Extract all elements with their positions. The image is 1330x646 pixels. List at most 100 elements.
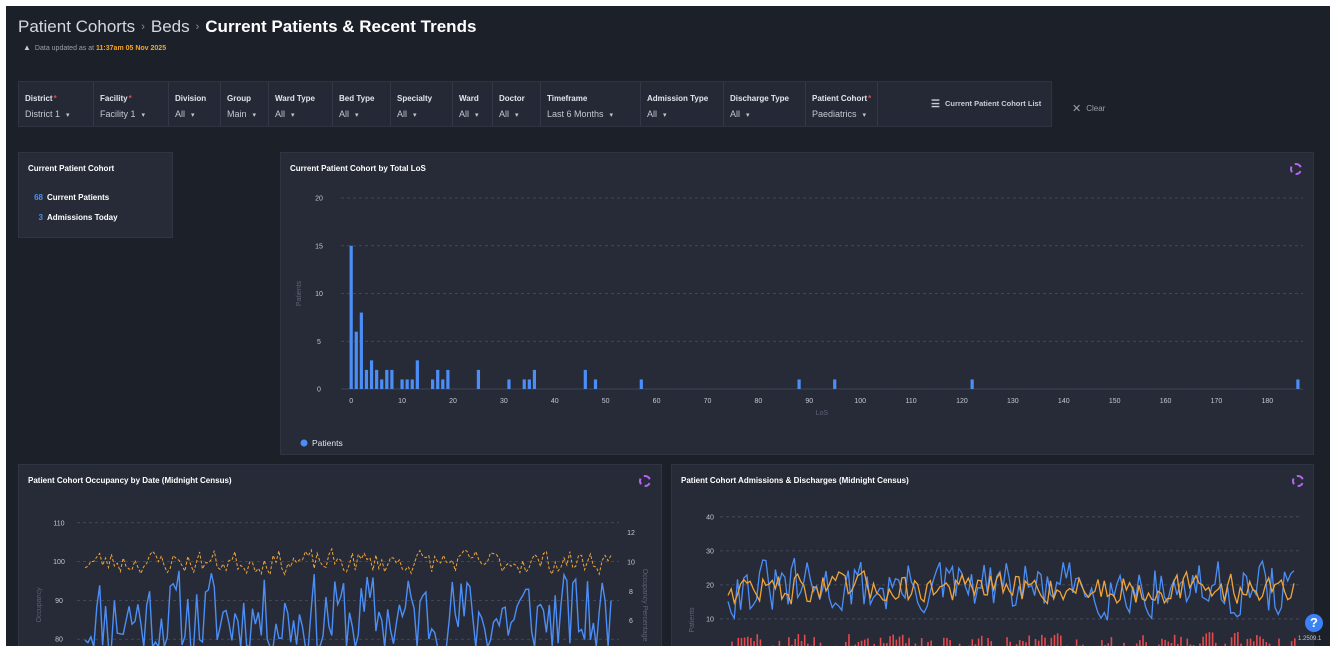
los-bar[interactable] (400, 379, 404, 389)
los-bar[interactable] (405, 379, 409, 389)
discharge-bar[interactable] (987, 637, 989, 646)
discharge-bar[interactable] (1237, 632, 1239, 646)
discharge-bar[interactable] (1202, 636, 1204, 646)
discharge-bar[interactable] (1161, 638, 1163, 646)
los-bar[interactable] (364, 369, 369, 389)
los-bar[interactable] (583, 369, 587, 389)
discharge-bar[interactable] (860, 640, 863, 646)
los-bar[interactable] (797, 379, 801, 389)
discharge-bar[interactable] (946, 637, 948, 646)
discharge-bar[interactable] (990, 641, 993, 646)
los-bar[interactable] (354, 331, 358, 389)
filter-specialty-value[interactable]: All ▾ (397, 109, 417, 119)
discharge-bar[interactable] (863, 639, 866, 646)
discharge-bar[interactable] (889, 636, 891, 646)
los-bar[interactable] (1296, 379, 1300, 389)
discharge-bar[interactable] (788, 637, 790, 646)
los-bar[interactable] (380, 379, 384, 389)
discharge-bar[interactable] (1186, 638, 1189, 646)
filter-ward[interactable]: Ward All ▾ (453, 82, 493, 126)
los-bar[interactable] (522, 379, 526, 389)
los-bar[interactable] (359, 312, 363, 389)
occupancy-series-0[interactable] (84, 570, 612, 646)
discharge-bar[interactable] (1044, 637, 1046, 646)
discharge-bar[interactable] (844, 641, 847, 646)
filter-ward-type-value[interactable]: All ▾ (275, 109, 295, 119)
discharge-bar[interactable] (898, 636, 901, 646)
discharge-bar[interactable] (920, 638, 923, 646)
discharge-bar[interactable] (977, 638, 980, 646)
discharge-bar[interactable] (731, 641, 733, 646)
los-bar[interactable] (507, 379, 511, 389)
discharge-bar[interactable] (797, 634, 800, 646)
filter-district[interactable]: District* District 1 ▾ (19, 82, 94, 126)
filter-facility-value[interactable]: Facility 1 ▾ (100, 109, 145, 119)
discharge-bar[interactable] (1208, 632, 1211, 646)
los-bar[interactable] (390, 369, 394, 389)
filter-division-value[interactable]: All ▾ (175, 109, 195, 119)
discharge-bar[interactable] (980, 635, 983, 646)
discharge-bar[interactable] (1173, 634, 1176, 646)
discharge-bar[interactable] (927, 642, 929, 646)
discharge-bar[interactable] (1233, 633, 1236, 646)
filter-admission-type-value[interactable]: All ▾ (647, 109, 667, 119)
los-bar[interactable] (415, 360, 419, 389)
discharge-bar[interactable] (1050, 637, 1053, 646)
kpi-admissions-today[interactable]: 3 Admissions Today (27, 213, 118, 222)
los-bar[interactable] (593, 379, 598, 389)
discharge-bar[interactable] (1022, 640, 1024, 646)
discharge-bar[interactable] (1101, 640, 1103, 646)
discharge-bar[interactable] (1256, 635, 1258, 646)
filter-ward-type[interactable]: Ward Type All ▾ (269, 82, 333, 126)
discharge-bar[interactable] (867, 638, 869, 646)
clear-button[interactable]: ✕ Clear (1072, 101, 1105, 115)
los-bar[interactable] (833, 379, 837, 389)
discharge-bar[interactable] (848, 634, 850, 646)
discharge-bar[interactable] (750, 637, 752, 646)
los-bar[interactable] (970, 379, 974, 389)
discharge-bar[interactable] (753, 641, 755, 646)
discharge-bar[interactable] (819, 642, 822, 646)
discharge-bar[interactable] (800, 641, 803, 646)
discharge-bar[interactable] (1167, 641, 1170, 646)
discharge-bar[interactable] (857, 641, 860, 646)
discharge-bar[interactable] (1249, 638, 1252, 646)
discharge-bar[interactable] (1110, 637, 1113, 646)
filter-admission-type[interactable]: Admission Type All ▾ (641, 82, 724, 126)
discharge-bar[interactable] (901, 634, 904, 646)
discharge-bar[interactable] (1041, 634, 1043, 646)
filter-doctor-value[interactable]: All ▾ (499, 109, 519, 119)
discharge-bar[interactable] (1053, 634, 1056, 646)
discharge-bar[interactable] (1259, 636, 1261, 646)
discharge-bar[interactable] (1025, 642, 1027, 646)
cohort-list-button[interactable]: ☰ Current Patient Cohort List (931, 98, 1041, 110)
discharge-bar[interactable] (778, 640, 781, 646)
discharge-bar[interactable] (949, 640, 951, 646)
filter-discharge-type[interactable]: Discharge Type All ▾ (724, 82, 806, 126)
discharge-bar[interactable] (1180, 636, 1182, 646)
discharge-bar[interactable] (1139, 640, 1141, 646)
filter-ward-value[interactable]: All ▾ (459, 109, 479, 119)
discharge-bar[interactable] (1142, 635, 1144, 646)
discharge-bar[interactable] (1018, 640, 1021, 646)
discharge-bar[interactable] (1060, 635, 1062, 646)
discharge-bar[interactable] (794, 638, 797, 646)
filter-doctor[interactable]: Doctor All ▾ (493, 82, 541, 126)
discharge-bar[interactable] (740, 637, 743, 646)
filter-group-value[interactable]: Main ▾ (227, 109, 256, 119)
discharge-bar[interactable] (1164, 639, 1166, 646)
los-bar[interactable] (532, 369, 537, 389)
discharge-bar[interactable] (1246, 638, 1249, 646)
discharge-bar[interactable] (1252, 641, 1255, 646)
discharge-bar[interactable] (743, 637, 746, 646)
filter-discharge-type-value[interactable]: All ▾ (730, 109, 750, 119)
discharge-bar[interactable] (879, 637, 882, 646)
discharge-bar[interactable] (803, 634, 806, 646)
los-bar[interactable] (349, 245, 353, 389)
los-bar[interactable] (410, 379, 414, 389)
los-bar[interactable] (385, 369, 389, 389)
los-bar[interactable] (441, 379, 445, 389)
filter-patient-cohort-value[interactable]: Paediatrics ▾ (812, 109, 866, 119)
kpi-current-patients[interactable]: 68 Current Patients (27, 193, 109, 202)
discharge-bar[interactable] (895, 639, 898, 646)
